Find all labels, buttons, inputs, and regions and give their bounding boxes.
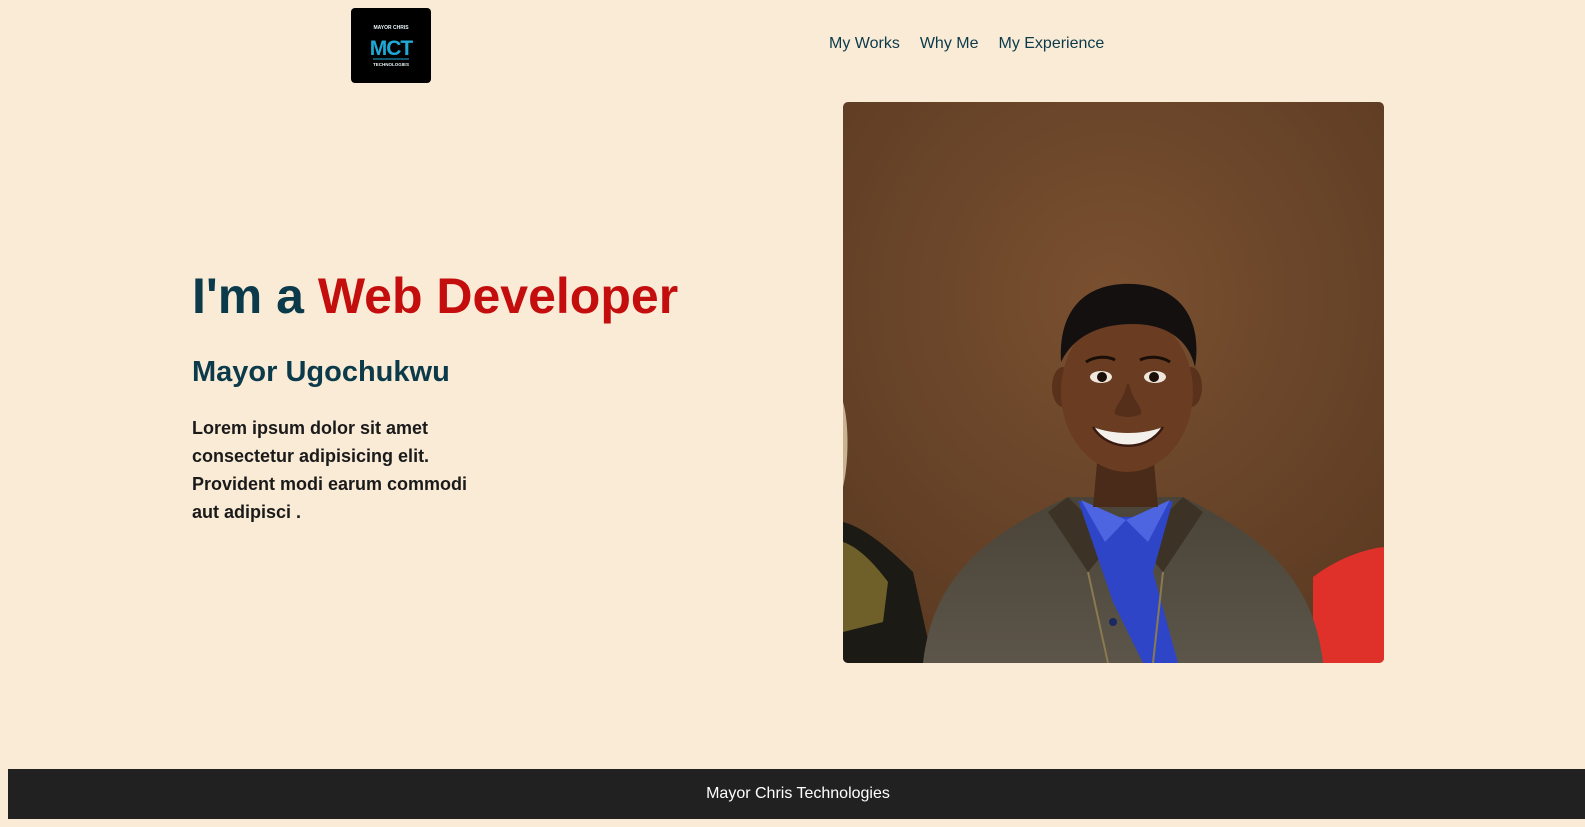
nav-link-why-me[interactable]: Why Me <box>920 35 979 53</box>
brand-logo[interactable]: MAYOR CHRIS MCT TECHNOLOGIES <box>351 8 431 83</box>
logo-monogram: MCT <box>370 37 414 60</box>
main-nav: My Works Why Me My Experience <box>829 35 1104 53</box>
nav-link-my-works[interactable]: My Works <box>829 35 900 53</box>
hero-description: Lorem ipsum dolor sit amet consectetur a… <box>192 418 468 522</box>
hero-title: I'm a Web Developer <box>192 266 678 326</box>
logo-text-top: MAYOR CHRIS <box>373 25 409 31</box>
profile-photo <box>843 102 1384 663</box>
hero-name: Mayor Ugochukwu <box>192 356 450 388</box>
footer-text: Mayor Chris Technologies <box>706 785 890 802</box>
logo-text-bottom: TECHNOLOGIES <box>373 62 409 67</box>
hero-title-prefix: I'm a <box>192 268 318 324</box>
brand-logo-mark: MAYOR CHRIS MCT TECHNOLOGIES <box>370 25 415 67</box>
nav-link-my-experience[interactable]: My Experience <box>998 35 1104 53</box>
site-footer: Mayor Chris Technologies <box>8 769 1585 819</box>
hero-title-highlight: Web Developer <box>317 268 679 324</box>
